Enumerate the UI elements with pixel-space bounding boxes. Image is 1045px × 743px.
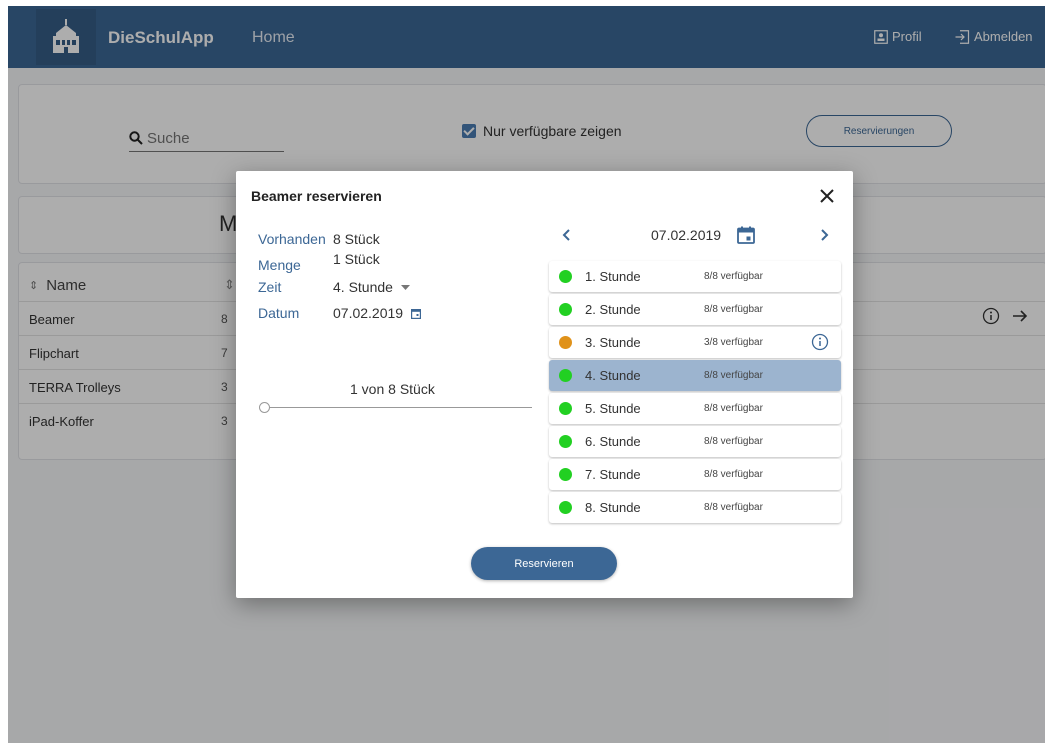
- info-amount: Menge 1 Stück: [258, 251, 380, 273]
- dialog-title: Beamer reservieren: [251, 188, 382, 204]
- time-slot[interactable]: 7. Stunde 8/8 verfügbar: [549, 459, 841, 490]
- status-dot: [559, 435, 572, 448]
- slot-availability: 8/8 verfügbar: [704, 403, 763, 414]
- slot-availability: 8/8 verfügbar: [704, 436, 763, 447]
- time-slot[interactable]: 6. Stunde 8/8 verfügbar: [549, 426, 841, 457]
- info-icon[interactable]: [811, 333, 829, 351]
- info-date: Datum 07.02.2019: [258, 305, 422, 321]
- status-dot: [559, 369, 572, 382]
- quantity-slider-label: 1 von 8 Stück: [350, 381, 435, 397]
- available-value: 8 Stück: [333, 231, 380, 247]
- time-slot[interactable]: 1. Stunde 8/8 verfügbar: [549, 261, 841, 292]
- slot-availability: 8/8 verfügbar: [704, 469, 763, 480]
- time-select-value: 4. Stunde: [333, 279, 393, 295]
- status-dot: [559, 402, 572, 415]
- time-slot[interactable]: 3. Stunde 3/8 verfügbar: [549, 327, 841, 358]
- slot-name: 8. Stunde: [585, 500, 641, 515]
- slot-availability: 8/8 verfügbar: [704, 271, 763, 282]
- app-screen: DieSchulApp Home Profil Abmelden Suche N…: [8, 6, 1045, 743]
- quantity-slider-track[interactable]: [264, 407, 532, 408]
- amount-label: Menge: [258, 257, 301, 273]
- status-dot: [559, 303, 572, 316]
- reservation-dialog: Beamer reservieren Vorhanden 8 Stück Men…: [236, 171, 853, 598]
- slot-name: 5. Stunde: [585, 401, 641, 416]
- time-label: Zeit: [258, 279, 282, 295]
- available-label: Vorhanden: [258, 231, 326, 247]
- time-slot-selected[interactable]: 4. Stunde 8/8 verfügbar: [549, 360, 841, 391]
- close-icon[interactable]: [816, 185, 838, 207]
- slot-name: 1. Stunde: [585, 269, 641, 284]
- time-slot[interactable]: 5. Stunde 8/8 verfügbar: [549, 393, 841, 424]
- slot-availability: 3/8 verfügbar: [704, 337, 763, 348]
- slot-availability: 8/8 verfügbar: [704, 502, 763, 513]
- slot-availability: 8/8 verfügbar: [704, 370, 763, 381]
- slot-name: 3. Stunde: [585, 335, 641, 350]
- time-slot[interactable]: 8. Stunde 8/8 verfügbar: [549, 492, 841, 523]
- calendar-icon[interactable]: [737, 226, 755, 244]
- time-select[interactable]: 4. Stunde: [333, 279, 410, 295]
- quantity-slider-thumb[interactable]: [259, 402, 270, 413]
- chevron-left-icon[interactable]: [560, 227, 574, 243]
- date-picker[interactable]: 07.02.2019: [333, 305, 422, 321]
- slot-name: 4. Stunde: [585, 368, 641, 383]
- calendar-date: 07.02.2019: [651, 227, 722, 243]
- reserve-button[interactable]: Reservieren: [471, 547, 617, 580]
- chevron-down-icon: [400, 284, 410, 290]
- status-dot: [559, 336, 572, 349]
- info-time: Zeit 4. Stunde: [258, 279, 410, 295]
- chevron-right-icon[interactable]: [817, 227, 831, 243]
- slot-name: 2. Stunde: [585, 302, 641, 317]
- status-dot: [559, 270, 572, 283]
- date-value: 07.02.2019: [333, 305, 404, 321]
- status-dot: [559, 501, 572, 514]
- slot-name: 7. Stunde: [585, 467, 641, 482]
- time-slot[interactable]: 2. Stunde 8/8 verfügbar: [549, 294, 841, 325]
- date-label: Datum: [258, 305, 300, 321]
- info-available: Vorhanden 8 Stück: [258, 231, 380, 247]
- slot-name: 6. Stunde: [585, 434, 641, 449]
- slot-availability: 8/8 verfügbar: [704, 304, 763, 315]
- amount-value: 1 Stück: [333, 251, 380, 267]
- calendar-icon: [411, 308, 422, 319]
- status-dot: [559, 468, 572, 481]
